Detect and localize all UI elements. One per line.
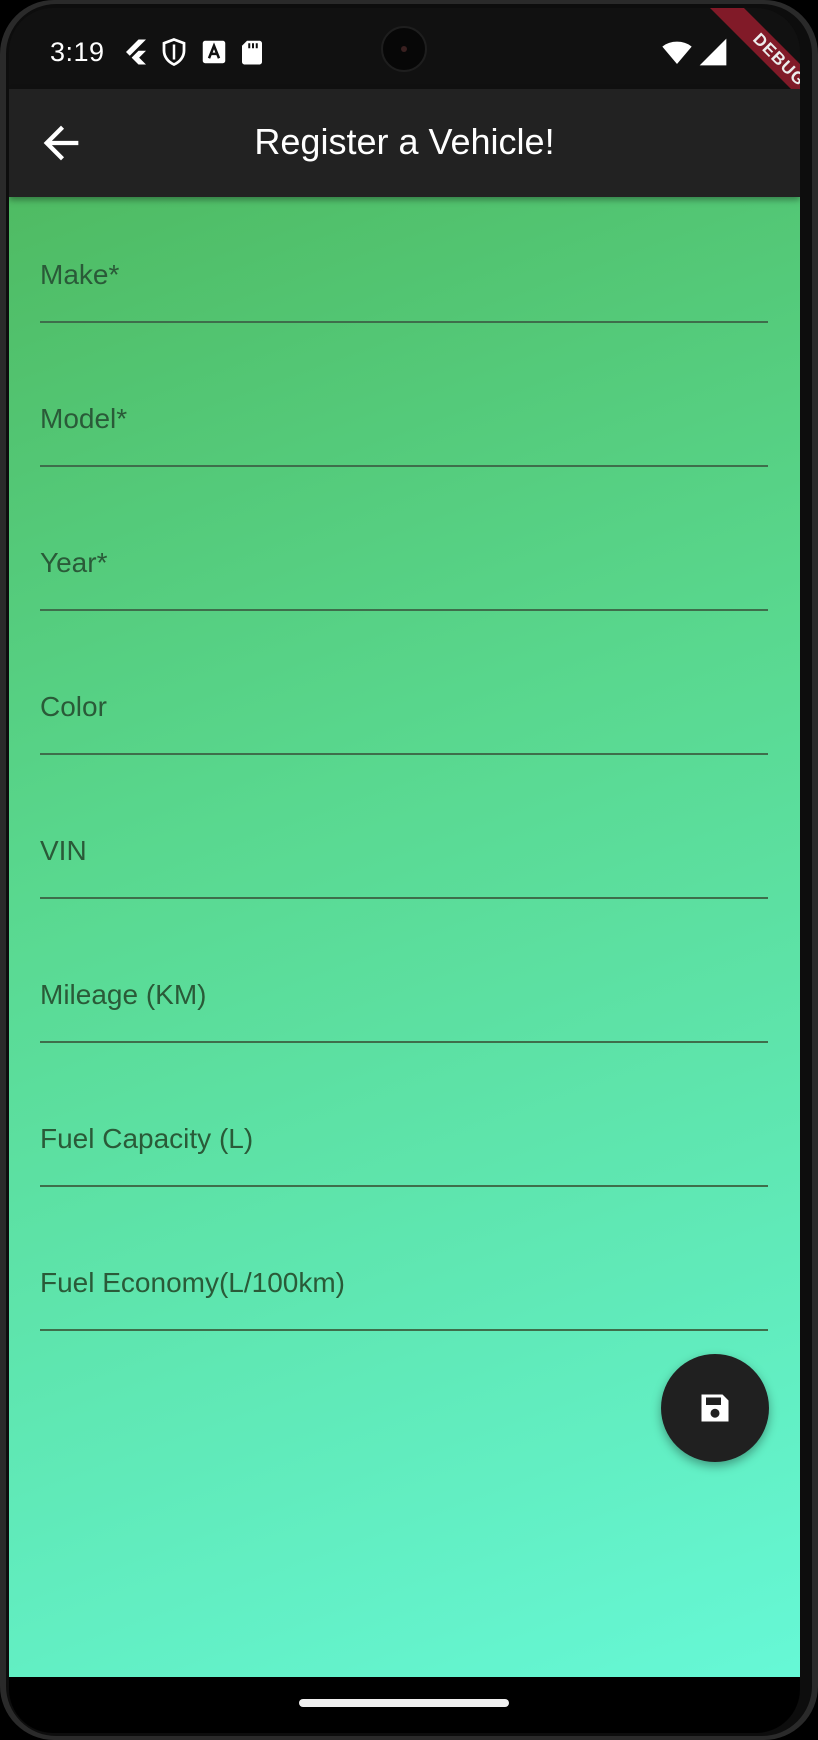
text-a-icon [202,40,226,64]
phone-bezel: 3:19 DEBUG Register a Vehicle! Make* Mod… [6,4,812,1736]
status-bar: 3:19 DEBUG [9,8,800,133]
year-underline [40,609,768,611]
fuel-economy-field[interactable]: Fuel Economy(L/100km) [40,1205,768,1349]
vin-label: VIN [40,835,87,866]
save-icon [701,1394,729,1422]
color-underline [40,753,768,755]
year-label: Year* [40,547,108,578]
front-camera [381,26,427,72]
status-time: 3:19 [50,37,105,67]
sd-card-icon [242,40,262,65]
wifi-icon [662,41,692,64]
fuel-capacity-underline [40,1185,768,1187]
screen: 3:19 DEBUG Register a Vehicle! Make* Mod… [9,8,800,1733]
mileage-underline [40,1041,768,1043]
save-button[interactable] [661,1354,769,1462]
shield-icon [162,38,186,67]
fuel-economy-underline [40,1329,768,1331]
mileage-label: Mileage (KM) [40,979,207,1010]
make-field[interactable]: Make* [40,197,768,341]
flutter-icon [126,39,146,65]
color-label: Color [40,691,107,722]
make-label: Make* [40,259,120,290]
year-field[interactable]: Year* [40,485,768,629]
form-body: Make* Model* Year* Color VIN Mileage (KM… [9,197,800,1677]
page-title: Register a Vehicle! [254,121,555,162]
fuel-capacity-field[interactable]: Fuel Capacity (L) [40,1061,768,1205]
home-indicator[interactable] [299,1699,509,1707]
vin-field[interactable]: VIN [40,773,768,917]
fuel-capacity-label: Fuel Capacity (L) [40,1123,254,1154]
navigation-bar [9,1677,800,1733]
model-field[interactable]: Model* [40,341,768,485]
make-underline [40,321,768,323]
vin-underline [40,897,768,899]
mileage-field[interactable]: Mileage (KM) [40,917,768,1061]
app-bar: Register a Vehicle! [9,89,800,197]
model-underline [40,465,768,467]
color-field[interactable]: Color [40,629,768,773]
phone-frame: 3:19 DEBUG Register a Vehicle! Make* Mod… [0,0,818,1740]
cell-signal-icon [699,38,727,66]
fuel-economy-label: Fuel Economy(L/100km) [40,1267,346,1298]
model-label: Model* [40,403,128,434]
